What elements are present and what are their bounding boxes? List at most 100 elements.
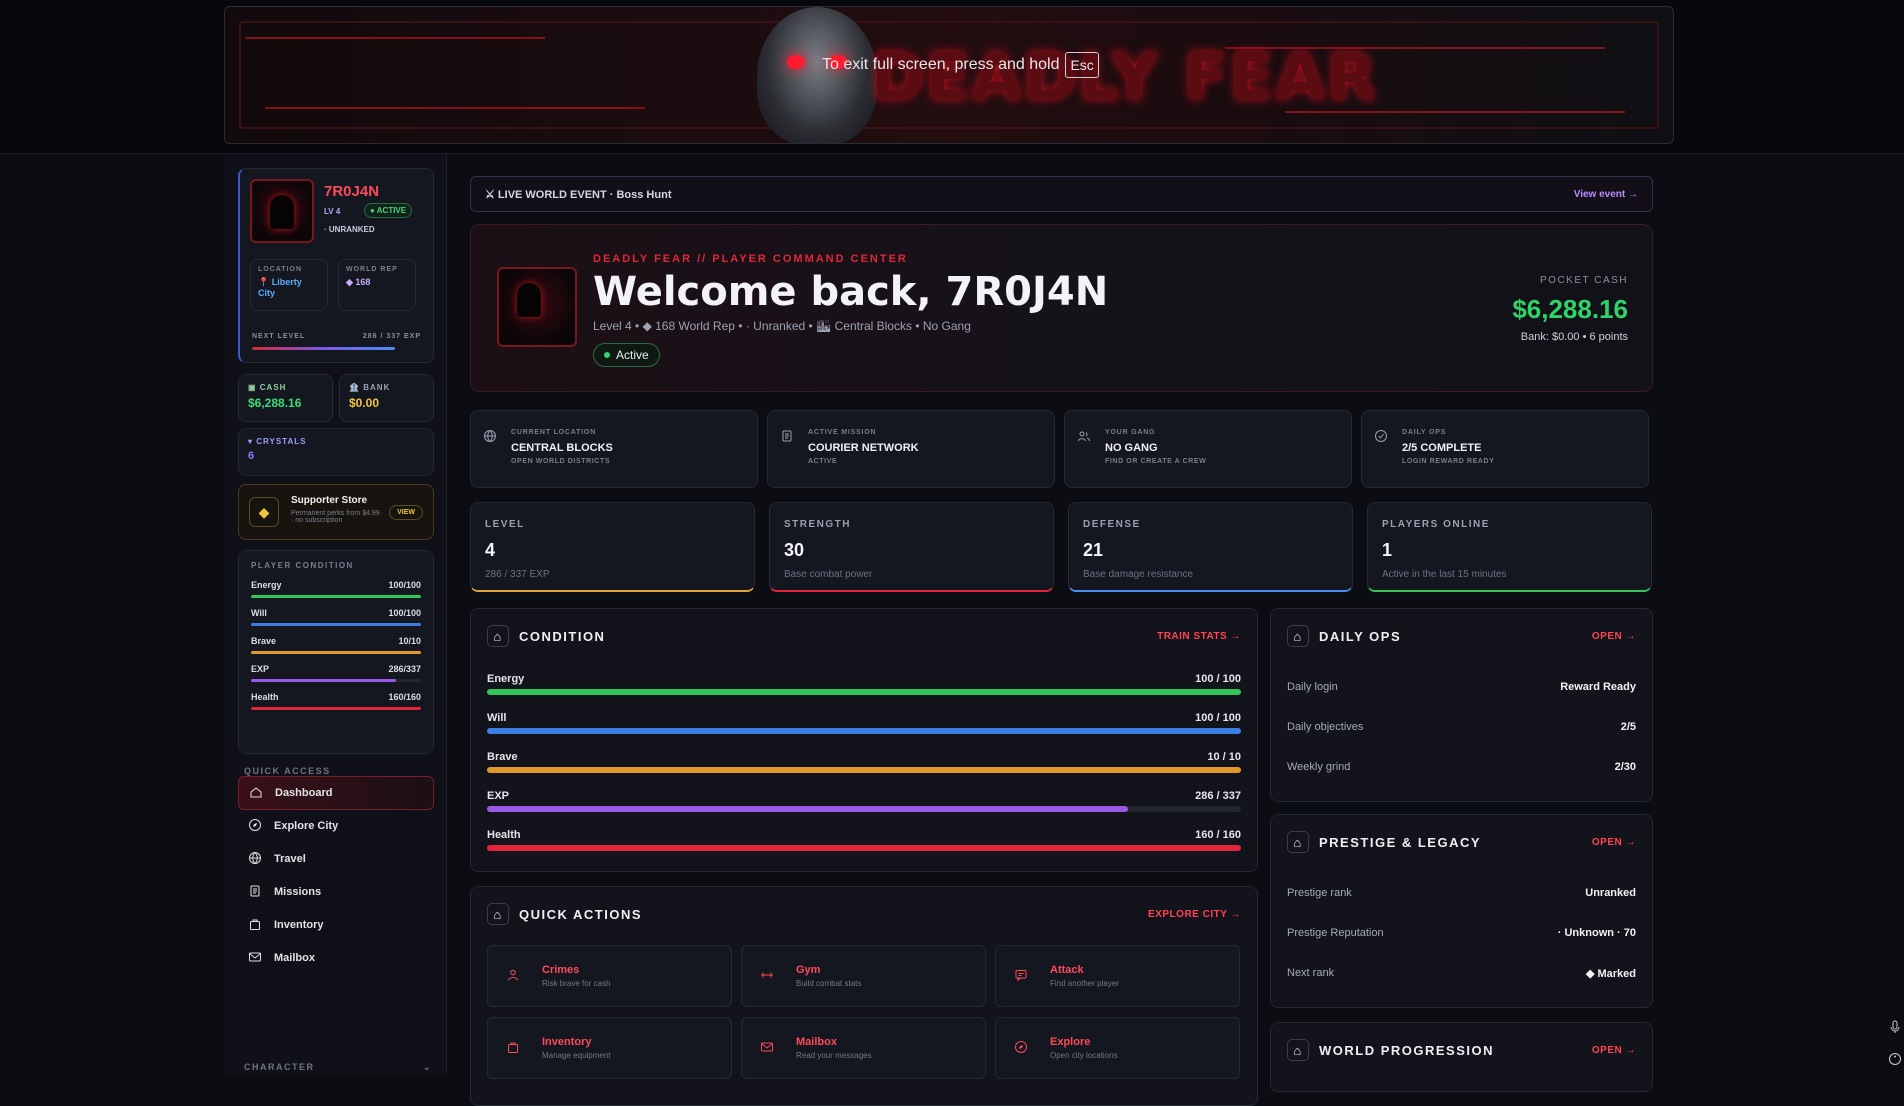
sidebar-item-label: Explore City [274,820,339,832]
quick-action-attack[interactable]: Attack Find another player [995,945,1240,1007]
kv-row: Daily login Reward Ready [1287,681,1636,693]
quick-action-gym[interactable]: Gym Build combat stats [741,945,986,1007]
condition-label: EXP [251,664,270,674]
condition-bar [251,595,421,598]
world-rep-box: WORLD REP ◆ 168 [338,259,416,311]
crystals-box: ▾ CRYSTALS 6 [238,428,434,476]
page-title: Welcome back, 7R0J4N [593,269,1109,315]
sidebar-item-label: Inventory [274,919,324,931]
info-card-daily-ops[interactable]: DAILY OPS 2/5 COMPLETE LOGIN REWARD READY [1361,410,1649,488]
sidebar: 7R0J4N LV 4 ● ACTIVE · UNRANKED LOCATION… [224,154,447,1075]
mail-icon [248,950,262,967]
sidebar-item-travel[interactable]: Travel [238,842,434,876]
view-event-link[interactable]: View event → [1574,189,1638,200]
dumbbell-icon [760,968,776,984]
prestige-open-link[interactable]: OPEN → [1592,837,1636,848]
info-card-current-location[interactable]: CURRENT LOCATION CENTRAL BLOCKS OPEN WORLD… [470,410,758,488]
welcome-hero: DEADLY FEAR // PLAYER COMMAND CENTER Wel… [470,224,1653,392]
quick-action-explore[interactable]: Explore Open city locations [995,1017,1240,1079]
mail-icon [760,1040,776,1056]
sidebar-item-explore-city[interactable]: Explore City [238,809,434,843]
condition-row-brave: Brave 10/10 [251,636,421,654]
condition-value: 286/337 [388,664,421,674]
person-icon [506,968,522,984]
live-event-banner[interactable]: ⚔ LIVE WORLD EVENT · Boss Hunt View even… [470,176,1653,212]
world-progression-open-link[interactable]: OPEN → [1592,1045,1636,1056]
quick-action-mailbox[interactable]: Mailbox Read your messages [741,1017,986,1079]
microphone-icon[interactable] [1888,1020,1902,1034]
condition-bar [251,651,421,654]
condition-bar-will: Will 100 / 100 [487,712,1241,734]
home-icon: ⌂ [1287,625,1309,647]
diamond-icon: ◆ [249,497,279,527]
quick-action-inventory[interactable]: Inventory Manage equipment [487,1017,732,1079]
next-level-bar [252,347,395,350]
sidebar-item-label: Missions [274,886,322,898]
condition-row-will: Will 100/100 [251,608,421,626]
users-icon [1077,429,1093,445]
chevron-down-icon: ⌄ [422,1062,432,1072]
kv-row: Next rank ◆ Marked [1287,967,1636,980]
condition-bar-health: Health 160 / 160 [487,829,1241,851]
home-icon [249,785,263,802]
daily-ops-panel: ⌂ DAILY OPS OPEN → Daily login Reward Read… [1270,608,1653,802]
event-label: ⚔ LIVE WORLD EVENT · Boss Hunt [485,188,672,201]
sidebar-item-dashboard[interactable]: Dashboard [238,776,434,810]
info-card-your-gang[interactable]: YOUR GANG NO GANG FIND OR CREATE A CREW [1064,410,1352,488]
condition-label: Health [251,692,279,702]
home-icon: ⌂ [1287,831,1309,853]
condition-bar-energy: Energy 100 / 100 [487,673,1241,695]
accessibility-icon[interactable] [1888,1052,1902,1066]
compass-icon [1014,1040,1030,1056]
sidebar-item-label: Mailbox [274,952,315,964]
world-progression-panel: ⌂ WORLD PROGRESSION OPEN → [1270,1022,1653,1092]
sidebar-item-mailbox[interactable]: Mailbox [238,941,434,975]
quick-action-crimes[interactable]: Crimes Risk brave for cash [487,945,732,1007]
train-stats-link[interactable]: TRAIN STATS → [1157,631,1241,642]
kv-row: Daily objectives 2/5 [1287,721,1636,733]
kv-row: Prestige Reputation · Unknown · 70 [1287,927,1636,939]
clipboard-icon [780,429,796,445]
profile-card[interactable]: 7R0J4N LV 4 ● ACTIVE · UNRANKED LOCATION… [238,168,434,363]
condition-label: Will [251,608,267,618]
condition-bar [251,707,421,710]
condition-value: 160/160 [388,692,421,702]
sidebar-item-missions[interactable]: Missions [238,875,434,909]
stat-card-defense: DEFENSE 21 Base damage resistance [1068,502,1353,592]
quick-actions-panel: ⌂ QUICK ACTIONS EXPLORE CITY → Crimes Risk… [470,886,1258,1106]
hero-meta: Level 4 • ◆ 168 World Rep • · Unranked •… [593,319,971,333]
fullscreen-notice: To exit full screen, press and hold Esc [822,52,1099,78]
stat-card-players-online: PLAYERS ONLINE 1 Active in the last 15 min… [1367,502,1652,592]
supporter-store[interactable]: ◆ Supporter Store Permanent perks from $… [238,484,434,540]
character-section[interactable]: CHARACTER ⌄ [244,1062,432,1073]
next-level: NEXT LEVEL 286 / 337 EXP [252,333,421,340]
sidebar-item-label: Travel [274,853,306,865]
avatar [250,179,314,243]
check-circle-icon [1374,429,1390,445]
player-condition: PLAYER CONDITION Energy 100/100 Will 100/10… [238,550,434,754]
condition-bar [251,623,421,626]
condition-value: 100/100 [388,608,421,618]
daily-ops-open-link[interactable]: OPEN → [1592,631,1636,642]
info-card-active-mission[interactable]: ACTIVE MISSION COURIER NETWORK ACTIVE [767,410,1055,488]
condition-value: 100/100 [388,580,421,590]
explore-city-link[interactable]: EXPLORE CITY → [1148,909,1241,920]
compass-icon [248,818,262,835]
condition-bar [251,679,396,682]
hero-avatar [497,267,577,347]
bag-icon [506,1040,522,1056]
home-icon: ⌂ [1287,1039,1309,1061]
home-icon: ⌂ [487,903,509,925]
pocket-cash: POCKET CASH $6,288.16 Bank: $0.00 • 6 po… [1512,275,1628,343]
store-view-button[interactable]: VIEW [389,505,423,520]
status-badge: ● ACTIVE [364,203,413,218]
location-box[interactable]: LOCATION 📍 Liberty City [250,259,328,311]
quick-access-title: QUICK ACCESS [244,766,331,776]
sidebar-item-inventory[interactable]: Inventory [238,908,434,942]
active-status-badge: Active [593,343,660,367]
condition-panel: ⌂ CONDITION TRAIN STATS → Energy 100 / 100… [470,608,1258,872]
player-rank: · UNRANKED [324,225,375,234]
player-level: LV 4 [324,207,341,216]
condition-label: Brave [251,636,277,646]
globe-icon [248,851,262,868]
